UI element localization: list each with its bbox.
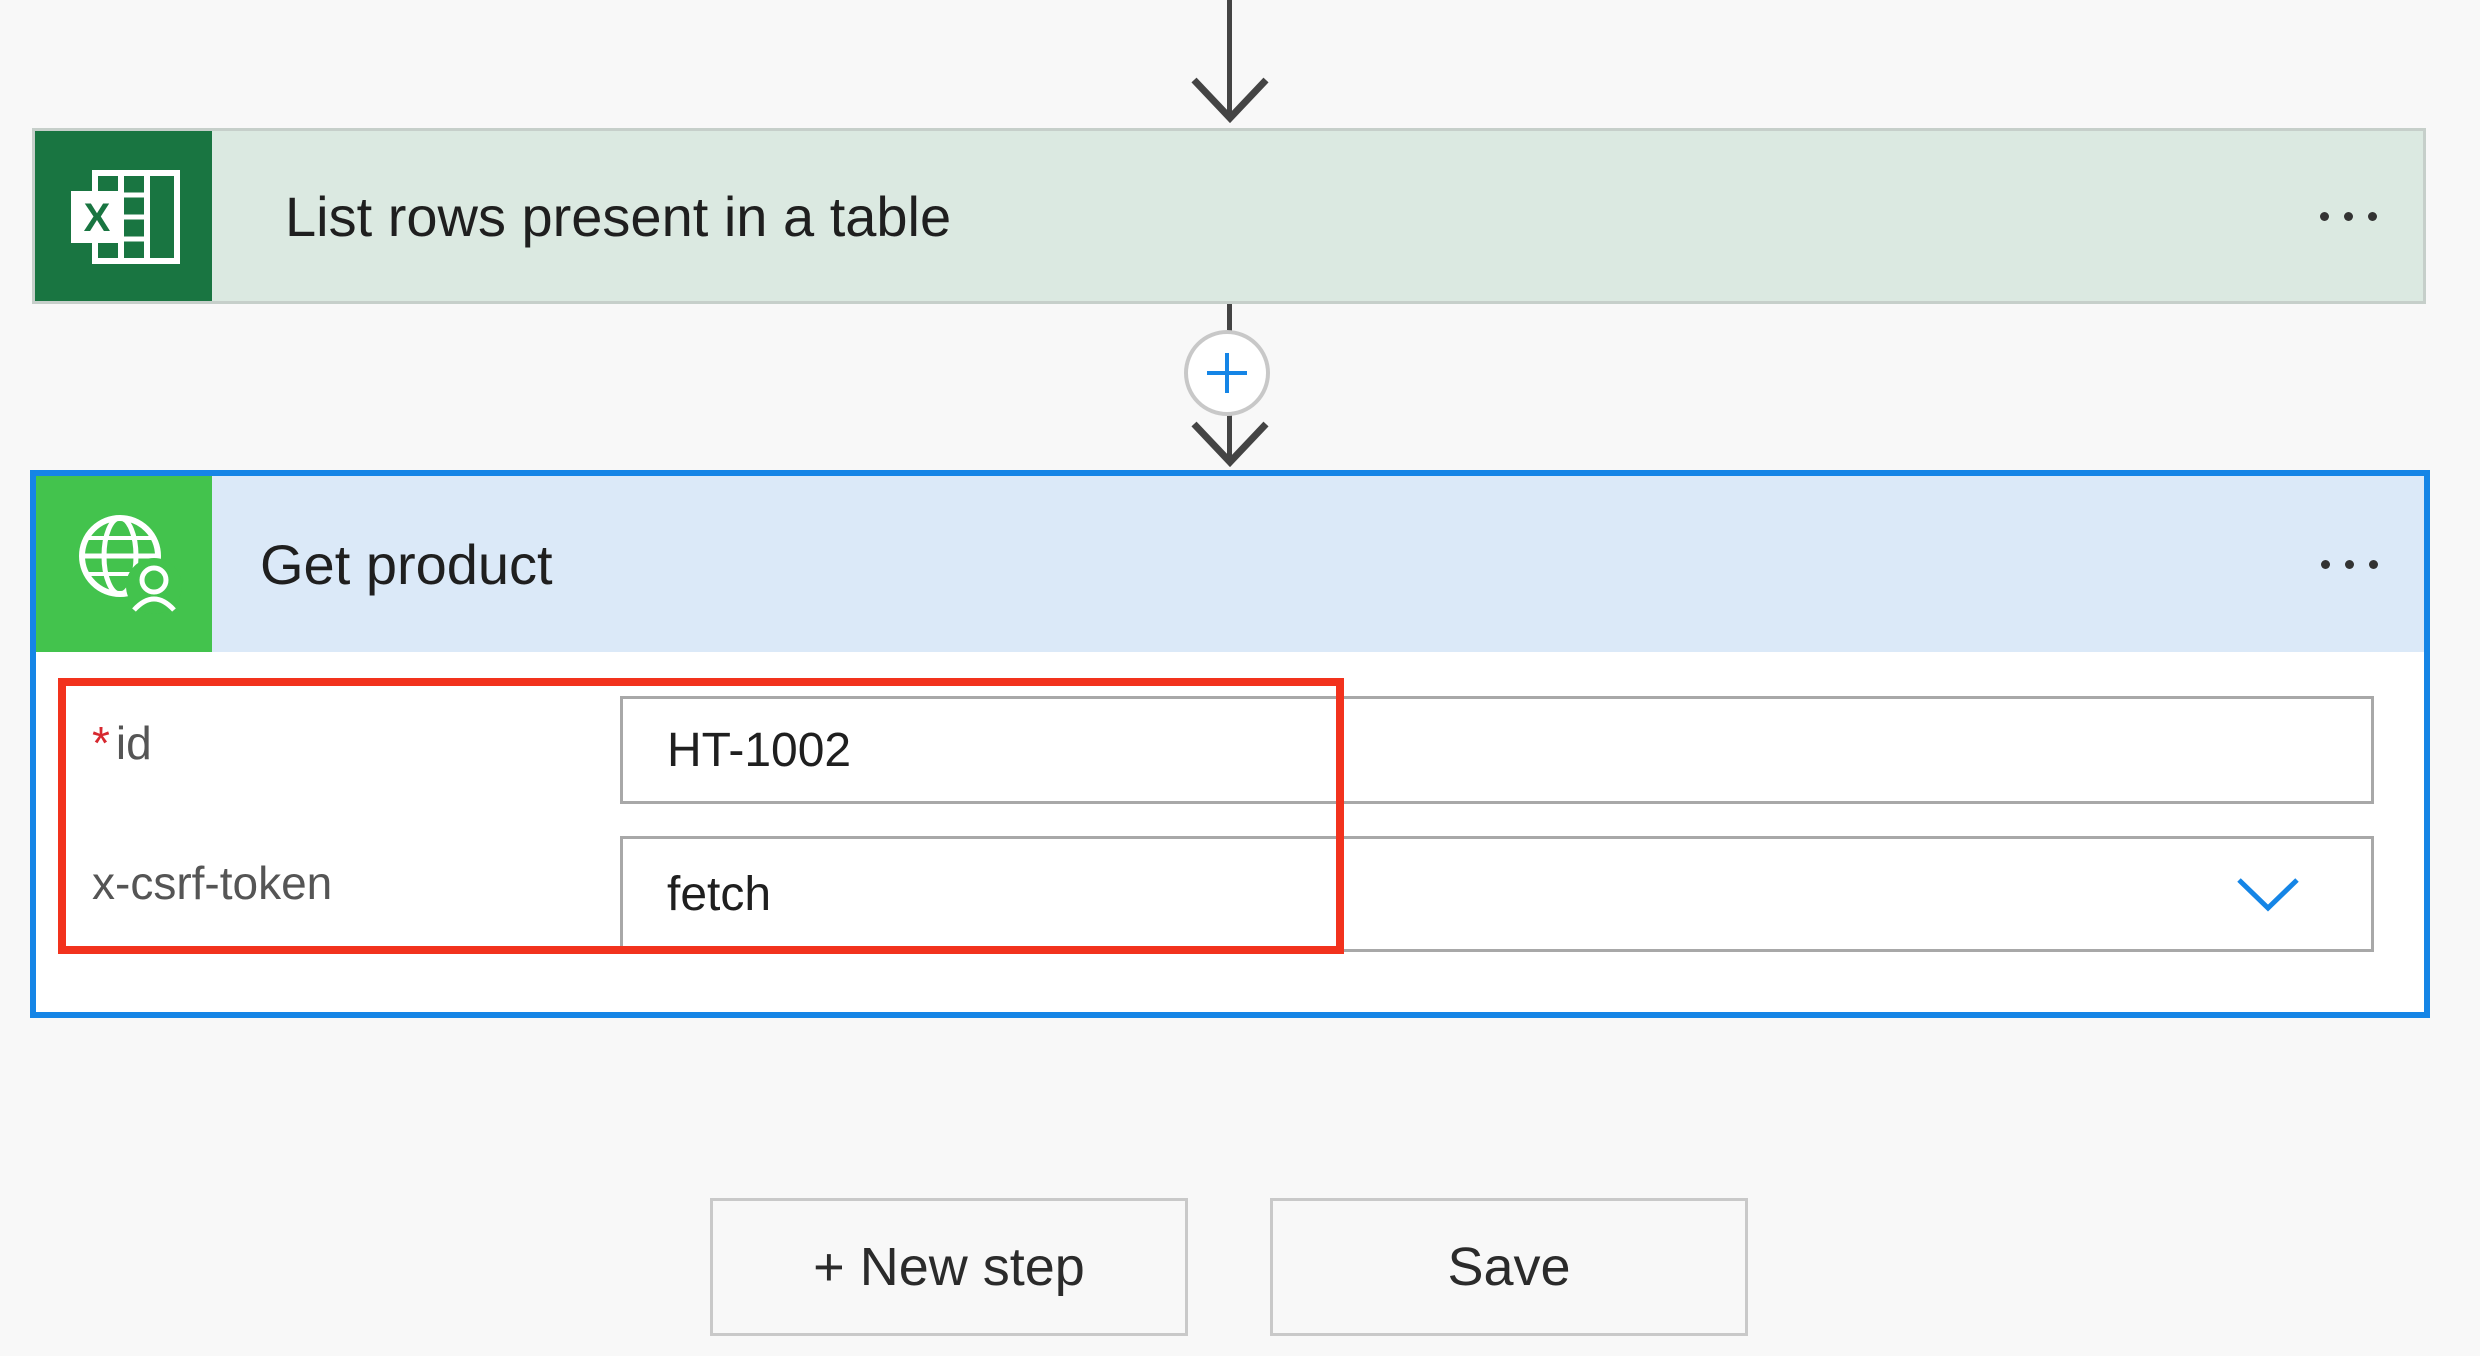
step-card-list-rows[interactable]: X List rows present in a table: [32, 128, 2426, 304]
new-step-button[interactable]: + New step: [710, 1198, 1188, 1336]
step-title: Get product: [260, 532, 553, 596]
plus-icon: [1207, 353, 1247, 393]
step-card-get-product[interactable]: Get product * id HT-1002 x-csrf-token fet…: [30, 470, 2430, 1018]
id-input[interactable]: HT-1002: [620, 696, 2374, 804]
dot-icon: [2369, 559, 2378, 569]
dot-icon: [2344, 211, 2353, 221]
chevron-down-icon[interactable]: [2235, 874, 2301, 914]
arrow-down-icon: [1191, 77, 1269, 124]
step-title: List rows present in a table: [285, 184, 952, 248]
dot-icon: [2345, 559, 2354, 569]
more-options-button[interactable]: [2321, 476, 2378, 652]
insert-step-button[interactable]: [1184, 330, 1270, 416]
field-label-id: * id: [92, 717, 152, 769]
save-button[interactable]: Save: [1270, 1198, 1748, 1336]
id-value: HT-1002: [667, 723, 852, 777]
excel-icon: X: [35, 131, 212, 301]
dot-icon: [2321, 559, 2330, 569]
required-asterisk: *: [92, 717, 110, 769]
csrf-token-value: fetch: [667, 867, 772, 921]
globe-user-icon: [36, 476, 212, 652]
step-header[interactable]: Get product: [36, 476, 2424, 652]
dot-icon: [2368, 211, 2377, 221]
more-options-button[interactable]: [2320, 131, 2377, 301]
dot-icon: [2320, 211, 2329, 221]
field-label-csrf-token: x-csrf-token: [92, 857, 333, 909]
csrf-token-dropdown[interactable]: fetch: [620, 836, 2374, 952]
svg-text:X: X: [84, 196, 111, 240]
arrow-down-icon: [1191, 421, 1269, 468]
